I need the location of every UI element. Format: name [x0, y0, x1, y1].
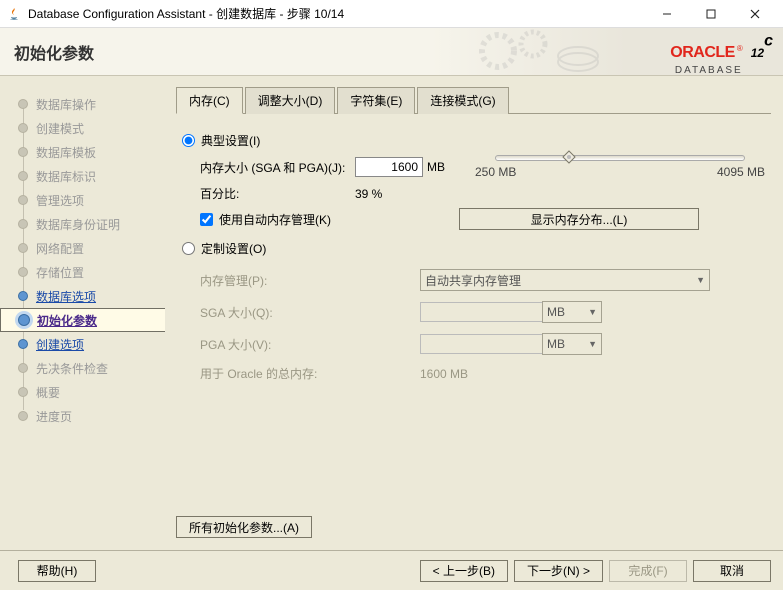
step-network: 网络配置 — [0, 236, 164, 260]
java-icon — [6, 6, 22, 22]
titlebar: Database Configuration Assistant - 创建数据库… — [0, 0, 783, 28]
step-db-ident: 数据库标识 — [0, 164, 164, 188]
amm-label: 使用自动内存管理(K) — [219, 211, 459, 228]
percent-label: 百分比: — [200, 185, 355, 202]
step-db-operation: 数据库操作 — [0, 92, 164, 116]
step-init-params[interactable]: 初始化参数 — [0, 308, 165, 332]
main-panel: 内存(C) 调整大小(D) 字符集(E) 连接模式(G) 典型设置(I) 内存大… — [164, 76, 783, 550]
minimize-button[interactable] — [645, 0, 689, 28]
window-title: Database Configuration Assistant - 创建数据库… — [28, 5, 645, 22]
header: 初始化参数 ORACLE® DATABASE 12c — [0, 28, 783, 76]
finish-button: 完成(F) — [609, 560, 687, 582]
tab-memory[interactable]: 内存(C) — [176, 87, 243, 114]
custom-radio[interactable] — [182, 242, 195, 255]
mem-size-label: 内存大小 (SGA 和 PGA)(J): — [200, 159, 355, 176]
step-db-cred: 数据库身份证明 — [0, 212, 164, 236]
percent-value: 39 % — [355, 187, 382, 201]
step-progress: 进度页 — [0, 404, 164, 428]
typical-label: 典型设置(I) — [201, 132, 260, 149]
back-button[interactable]: < 上一步(B) — [420, 560, 508, 582]
step-mgmt-options: 管理选项 — [0, 188, 164, 212]
step-db-template: 数据库模板 — [0, 140, 164, 164]
show-memory-dist-button[interactable]: 显示内存分布...(L) — [459, 208, 699, 230]
all-init-params-button[interactable]: 所有初始化参数...(A) — [176, 516, 312, 538]
sga-label: SGA 大小(Q): — [200, 304, 355, 321]
step-db-options[interactable]: 数据库选项 — [0, 284, 164, 308]
sga-spinner: ▲▼ — [420, 302, 536, 322]
next-button[interactable]: 下一步(N) > — [514, 560, 603, 582]
footer: 帮助(H) < 上一步(B) 下一步(N) > 完成(F) 取消 — [0, 550, 783, 590]
sga-unit-select: MB▼ — [542, 301, 602, 323]
pga-spinner: ▲▼ — [420, 334, 536, 354]
amm-checkbox[interactable] — [200, 213, 213, 226]
custom-label: 定制设置(O) — [201, 240, 266, 257]
step-summary: 概要 — [0, 380, 164, 404]
maximize-button[interactable] — [689, 0, 733, 28]
total-mem-value: 1600 MB — [420, 367, 468, 381]
steps-sidebar: 数据库操作 创建模式 数据库模板 数据库标识 管理选项 数据库身份证明 网络配置… — [0, 76, 164, 550]
chevron-down-icon: ▼ — [696, 275, 705, 285]
total-mem-label: 用于 Oracle 的总内存: — [200, 365, 420, 382]
help-button[interactable]: 帮助(H) — [18, 560, 96, 582]
step-create-mode: 创建模式 — [0, 116, 164, 140]
mem-mgmt-select: 自动共享内存管理 ▼ — [420, 269, 710, 291]
step-create-options[interactable]: 创建选项 — [0, 332, 164, 356]
step-prereq: 先决条件检查 — [0, 356, 164, 380]
tab-connmode[interactable]: 连接模式(G) — [417, 87, 508, 114]
cancel-button[interactable]: 取消 — [693, 560, 771, 582]
tab-charset[interactable]: 字符集(E) — [337, 87, 415, 114]
gears-decoration — [473, 26, 613, 76]
mem-size-input[interactable] — [355, 157, 423, 177]
pga-unit-select: MB▼ — [542, 333, 602, 355]
slider-thumb-icon[interactable] — [561, 149, 577, 165]
pga-label: PGA 大小(V): — [200, 336, 355, 353]
step-storage: 存储位置 — [0, 260, 164, 284]
close-button[interactable] — [733, 0, 777, 28]
tabs: 内存(C) 调整大小(D) 字符集(E) 连接模式(G) — [176, 86, 771, 114]
memory-panel: 典型设置(I) 内存大小 (SGA 和 PGA)(J): MB 250 MB 4 — [176, 114, 771, 400]
mem-mgmt-label: 内存管理(P): — [200, 272, 355, 289]
typical-radio[interactable] — [182, 134, 195, 147]
tab-sizing[interactable]: 调整大小(D) — [245, 87, 336, 114]
page-title: 初始化参数 — [0, 40, 94, 64]
mem-slider[interactable]: 250 MB 4095 MB — [475, 155, 765, 179]
oracle-logo: ORACLE® DATABASE 12c — [670, 28, 773, 76]
